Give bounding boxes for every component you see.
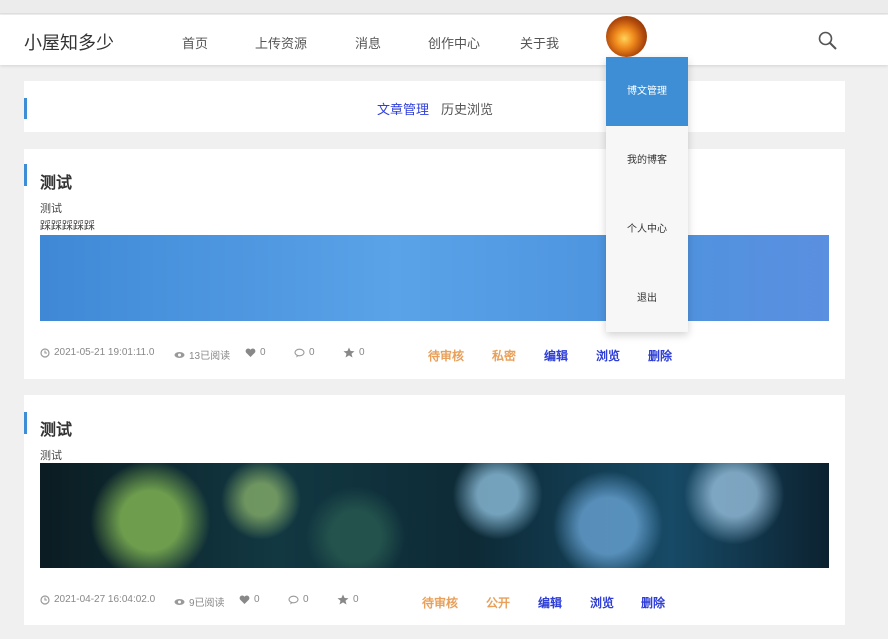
- delete-button[interactable]: 删除: [648, 347, 672, 364]
- post-summary: 测试: [40, 203, 62, 215]
- clock-icon: [40, 594, 50, 605]
- user-avatar[interactable]: [606, 16, 647, 57]
- user-dropdown-menu: 博文管理 我的博客 个人中心 退出: [606, 57, 688, 332]
- nav-creation-center[interactable]: 创作中心: [428, 33, 480, 52]
- post-comments[interactable]: 0: [288, 594, 309, 605]
- star-icon: [337, 594, 349, 605]
- eye-icon: [174, 351, 185, 358]
- post-views: 13已阅读: [174, 347, 230, 362]
- nav-upload[interactable]: 上传资源: [255, 33, 307, 52]
- post-datetime: 2021-04-27 16:04:02.0: [40, 594, 155, 605]
- post-summary-line: 踩踩踩踩踩: [40, 220, 95, 232]
- accent-bar: [24, 164, 27, 186]
- menu-item-personal-center[interactable]: 个人中心: [606, 195, 688, 264]
- comment-icon: [294, 348, 305, 357]
- status-pending-badge: 待审核: [428, 349, 465, 363]
- nav-home[interactable]: 首页: [182, 33, 208, 52]
- eye-icon: [174, 598, 185, 605]
- menu-item-blog-management[interactable]: 博文管理: [606, 57, 688, 126]
- browse-button[interactable]: 浏览: [590, 594, 614, 611]
- top-navbar: 小屋知多少 首页 上传资源 消息 创作中心 关于我: [0, 15, 888, 65]
- delete-button[interactable]: 删除: [641, 594, 665, 611]
- site-brand[interactable]: 小屋知多少: [24, 29, 114, 55]
- post-datetime: 2021-05-21 19:01:11.0: [40, 347, 154, 358]
- tab-article-management[interactable]: 文章管理: [377, 99, 429, 118]
- tab-history[interactable]: 历史浏览: [441, 99, 493, 118]
- visibility-toggle[interactable]: 私密: [492, 347, 516, 364]
- menu-item-logout[interactable]: 退出: [606, 264, 688, 333]
- clock-icon: [40, 347, 50, 358]
- post-likes[interactable]: 0: [239, 594, 260, 605]
- post-comments[interactable]: 0: [294, 347, 315, 358]
- article-tabs-bar: 文章管理 历史浏览: [24, 81, 845, 132]
- post-stars[interactable]: 0: [337, 594, 359, 605]
- post-views: 9已阅读: [174, 594, 225, 609]
- search-icon[interactable]: [817, 30, 839, 52]
- post-likes[interactable]: 0: [245, 347, 266, 358]
- post-card: 测试 测试 2021-04-27 16:04:02.0 9已阅读 0 0 0 待…: [24, 395, 845, 625]
- post-card: 测试 测试 踩踩踩踩踩 2021-05-21 19:01:11.0 13已阅读 …: [24, 149, 845, 379]
- post-cover-image[interactable]: [40, 235, 829, 321]
- heart-icon: [245, 348, 256, 357]
- status-pending-badge: 待审核: [422, 596, 459, 610]
- browser-top-strip: [0, 0, 888, 14]
- accent-bar: [24, 412, 27, 434]
- post-cover-image[interactable]: [40, 463, 829, 568]
- nav-about[interactable]: 关于我: [520, 33, 559, 52]
- accent-bar: [24, 98, 27, 119]
- post-summary: 测试: [40, 450, 62, 462]
- post-stars[interactable]: 0: [343, 347, 365, 358]
- edit-button[interactable]: 编辑: [538, 594, 562, 611]
- star-icon: [343, 347, 355, 358]
- post-title[interactable]: 测试: [40, 169, 72, 193]
- menu-item-my-blog[interactable]: 我的博客: [606, 126, 688, 195]
- nav-messages[interactable]: 消息: [355, 33, 381, 52]
- edit-button[interactable]: 编辑: [544, 347, 568, 364]
- post-title[interactable]: 测试: [40, 416, 72, 440]
- visibility-toggle[interactable]: 公开: [486, 594, 510, 611]
- heart-icon: [239, 595, 250, 604]
- browse-button[interactable]: 浏览: [596, 347, 620, 364]
- comment-icon: [288, 595, 299, 604]
